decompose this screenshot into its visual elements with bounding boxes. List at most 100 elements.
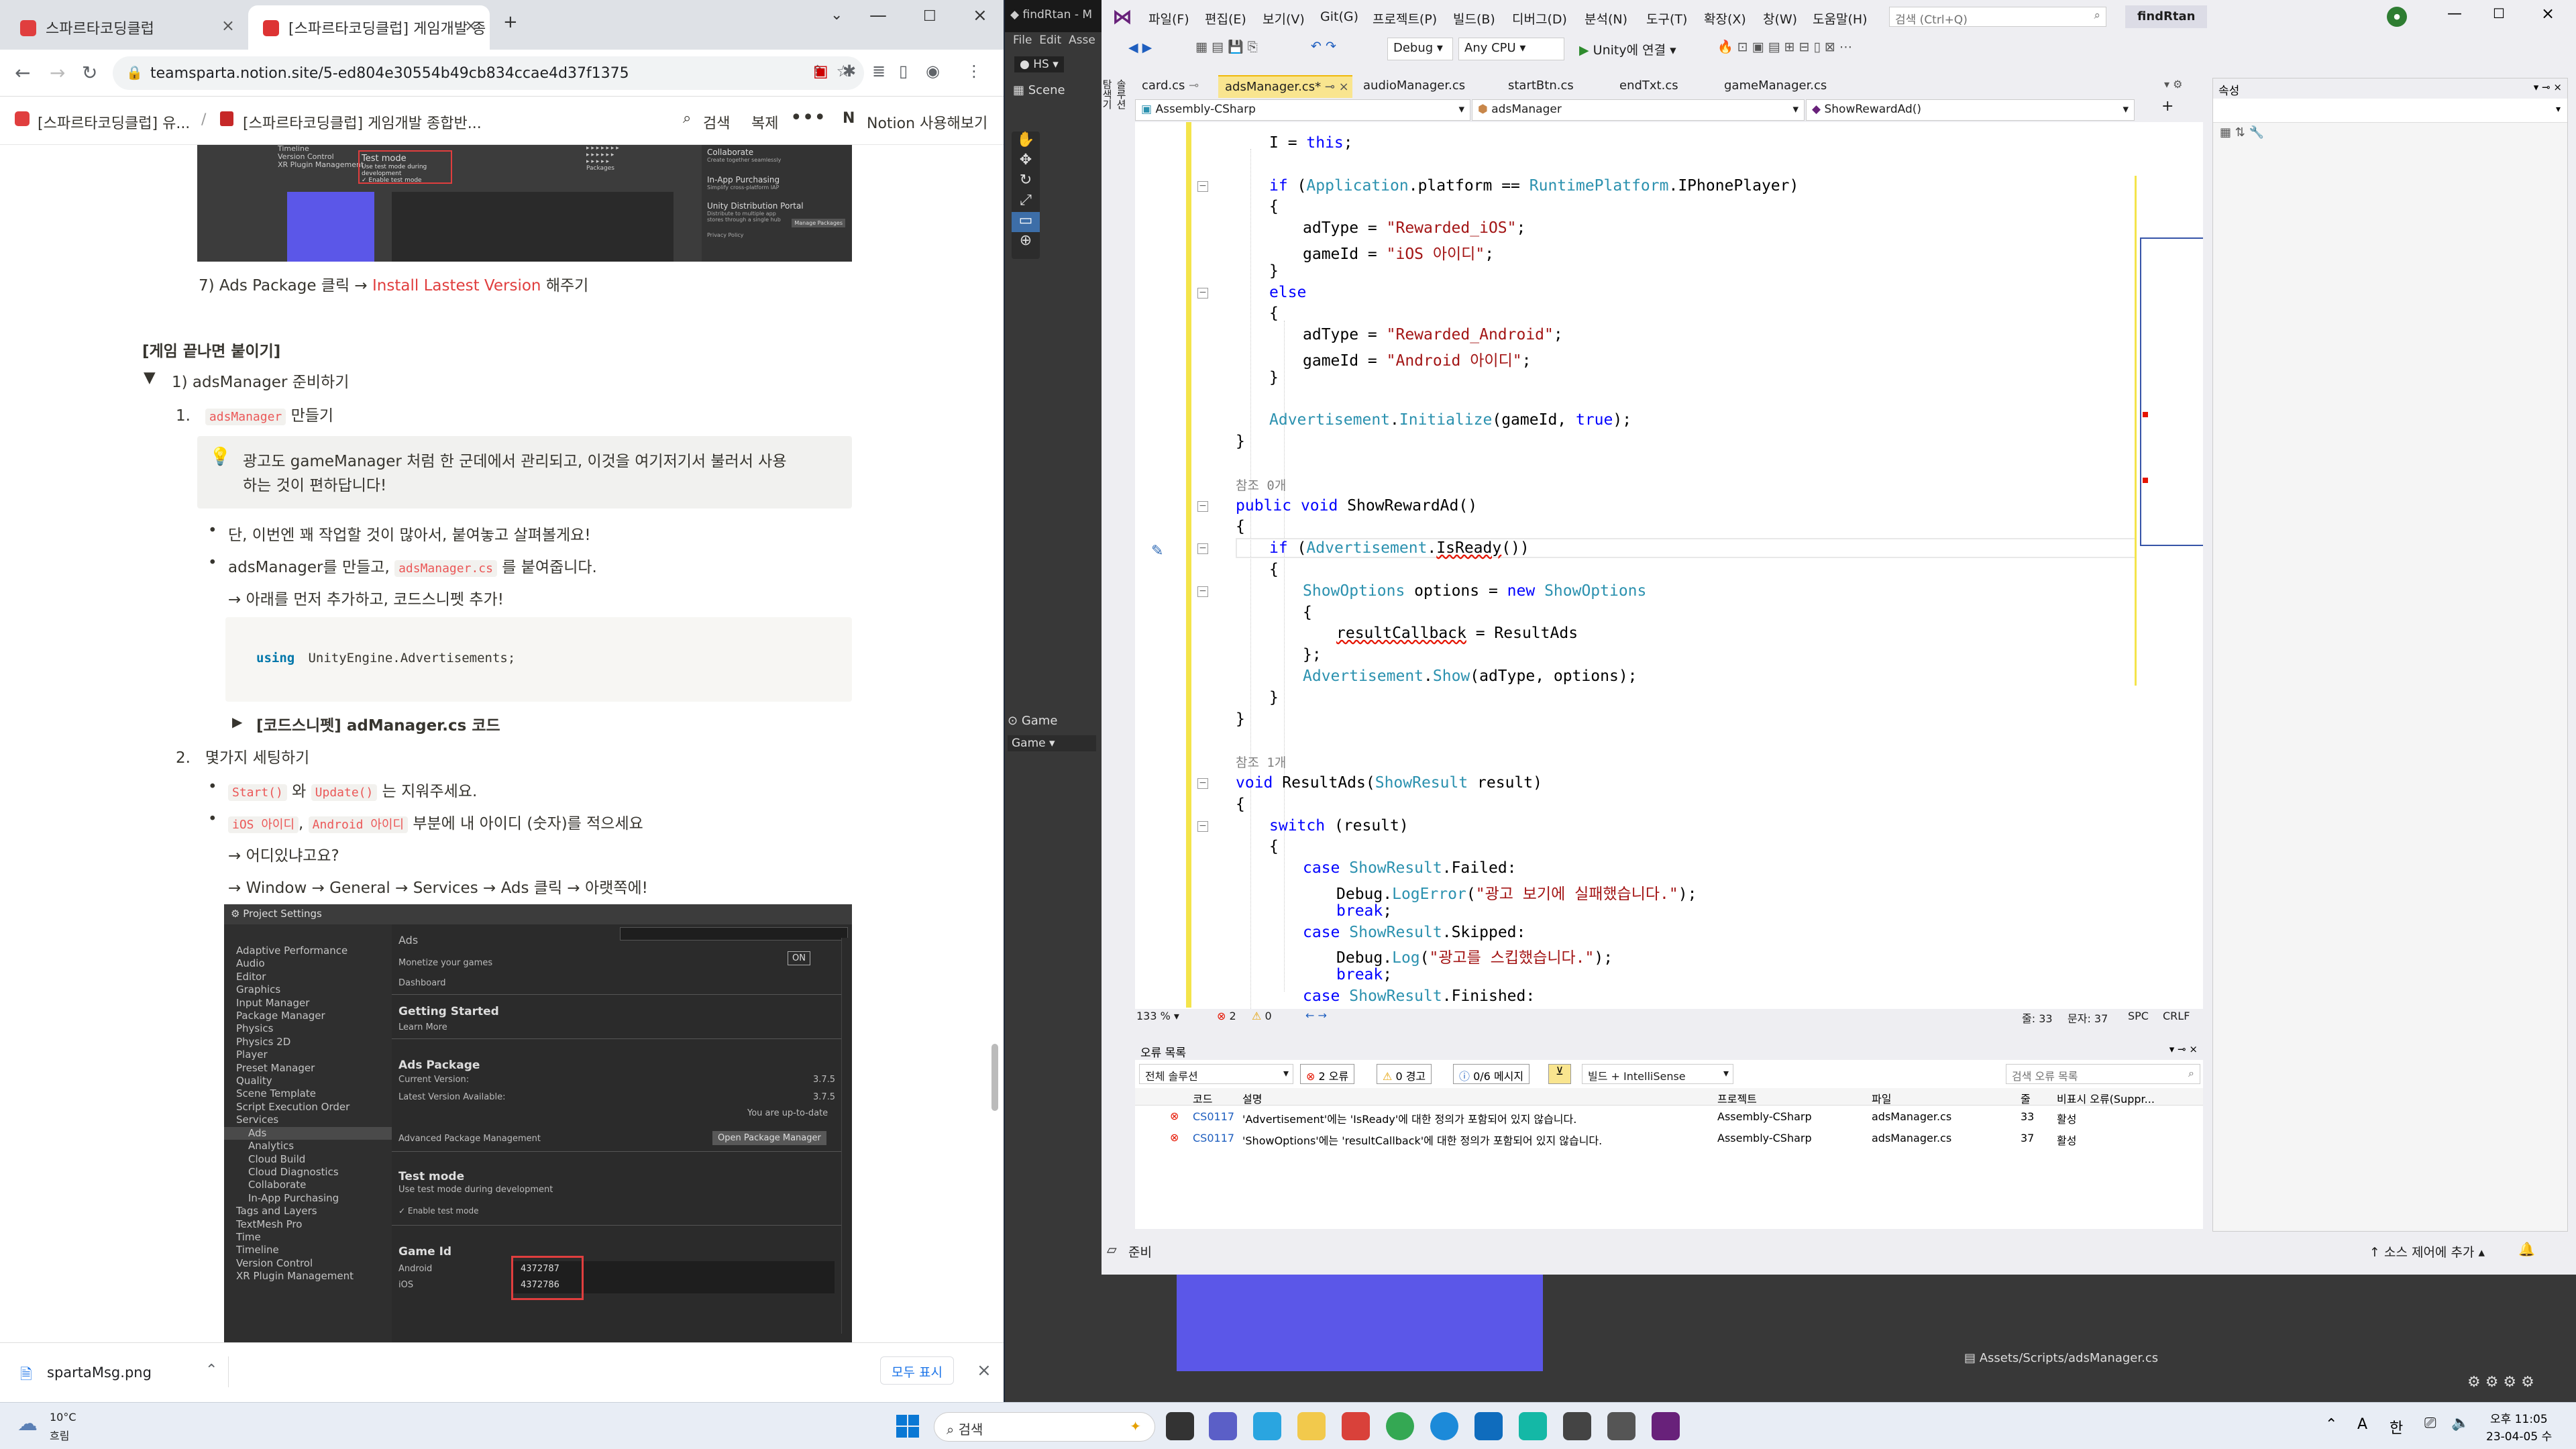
status-output-icon[interactable]: ▱: [1107, 1242, 1117, 1257]
menu-git[interactable]: Git(G): [1320, 9, 1358, 24]
doc-tab-startbtn[interactable]: startBtn.cs: [1501, 75, 1609, 98]
zoom-dropdown[interactable]: 133 % ▾: [1136, 1010, 1179, 1022]
menu-window[interactable]: 창(W): [1763, 9, 1797, 28]
undo-redo-icons[interactable]: ↶ ↷: [1311, 39, 1336, 54]
error-count-icon[interactable]: ⊗ 2: [1217, 1010, 1236, 1022]
menu-help[interactable]: 도움말(H): [1813, 9, 1868, 28]
solution-explorer-side-tab[interactable]: 솔루션 탐색기: [1101, 79, 1128, 119]
ps-scrollbar[interactable]: [841, 938, 848, 1334]
taskbar-search[interactable]: ⌕ 검색 ✦: [934, 1412, 1155, 1442]
unity-hub-icon[interactable]: [1563, 1412, 1591, 1440]
mail-icon[interactable]: [1474, 1412, 1503, 1440]
code-line[interactable]: {: [1236, 796, 1245, 816]
app-teal-icon[interactable]: [1519, 1412, 1547, 1440]
fold-toggle-icon[interactable]: −: [1197, 586, 1208, 597]
ps-dashboard-link[interactable]: Dashboard: [398, 978, 446, 988]
reload-icon[interactable]: ↻: [82, 62, 97, 84]
code-line[interactable]: adType = "Rewarded_Android";: [1303, 326, 1563, 346]
close-icon[interactable]: ×: [221, 16, 235, 35]
volume-icon[interactable]: 🔈: [2451, 1415, 2469, 1432]
transform-tool-icon[interactable]: ⊕: [1012, 232, 1040, 252]
error-code-link[interactable]: CS0117: [1193, 1110, 1234, 1123]
error-scope-dropdown[interactable]: 전체 솔루션 ▾: [1139, 1064, 1293, 1084]
tab-search-icon[interactable]: ⌄: [830, 7, 843, 23]
maximize-icon[interactable]: ☐: [2493, 5, 2505, 21]
unity-menu-item[interactable]: File: [1013, 34, 1032, 47]
toggle-arrow-icon[interactable]: ▼: [144, 369, 156, 386]
doc-tab-adsmanager-active[interactable]: adsManager.cs* ⊸ ×: [1218, 75, 1352, 98]
fold-toggle-icon[interactable]: −: [1197, 180, 1208, 192]
ime-language[interactable]: 한: [2390, 1416, 2403, 1438]
fold-toggle-icon[interactable]: −: [1197, 543, 1208, 555]
doc-tab-gamemanager[interactable]: gameManager.cs: [1717, 75, 1851, 98]
code-line[interactable]: }: [1269, 369, 1279, 389]
menu-dots-icon[interactable]: ⋮: [966, 62, 982, 80]
weather-temp[interactable]: 10°C: [50, 1411, 76, 1424]
code-line[interactable]: };: [1303, 646, 1322, 666]
try-notion-button[interactable]: Notion 사용해보기: [867, 111, 987, 133]
messages-filter-button[interactable]: ⓘ 0/6 메시지: [1453, 1064, 1530, 1084]
network-icon[interactable]: ⎚: [2424, 1415, 2436, 1432]
error-code-link[interactable]: CS0117: [1193, 1132, 1234, 1144]
cloud-weather-icon[interactable]: ☁: [17, 1412, 38, 1436]
code-editor[interactable]: ✎ I = this; if (Application.platform == R…: [1135, 122, 2203, 1024]
tab-sparta[interactable]: 스파르타코딩클럽 ×: [5, 5, 247, 50]
show-all-button[interactable]: 모두 표시: [880, 1356, 954, 1385]
ps-search-field[interactable]: [620, 927, 848, 941]
app-red-icon[interactable]: [1342, 1412, 1370, 1440]
unity-account-button[interactable]: ● HS ▾: [1014, 56, 1064, 72]
filter-icon[interactable]: ⊻: [1548, 1064, 1571, 1084]
code-line[interactable]: I = this;: [1269, 134, 1353, 154]
menu-project[interactable]: 프로젝트(P): [1373, 9, 1437, 28]
nav-back-icon[interactable]: ◀ ▶: [1128, 40, 1152, 55]
properties-controls-icons[interactable]: ▾ ⊸ ×: [2534, 81, 2562, 93]
col-suppression[interactable]: 비표시 오류(Suppr...: [2057, 1090, 2155, 1106]
maximize-icon[interactable]: ☐: [923, 8, 936, 25]
doc-tab-card[interactable]: card.cs ⊸: [1135, 75, 1216, 98]
vs-search-input[interactable]: 검색 (Ctrl+Q) ⌕: [1889, 7, 2106, 27]
run-button[interactable]: ▶ Unity에 연결 ▾: [1579, 40, 1676, 58]
doc-tab-endtxt[interactable]: endTxt.cs: [1613, 75, 1713, 98]
menu-build[interactable]: 빌드(B): [1453, 9, 1495, 28]
toggle-ads-manager[interactable]: 1) adsManager 준비하기: [172, 369, 349, 392]
code-line[interactable]: {: [1236, 518, 1245, 538]
menu-tools[interactable]: 도구(T): [1646, 9, 1687, 28]
toolbar-file-icons[interactable]: ▦ ▤ 💾 ⎘: [1195, 39, 1258, 54]
code-line[interactable]: Debug.LogError("광고 보기에 실패했습니다.");: [1336, 881, 1697, 903]
clock-date[interactable]: 23-04-05 수: [2486, 1427, 2552, 1444]
code-line[interactable]: else: [1269, 284, 1306, 304]
code-line[interactable]: Advertisement.Initialize(gameId, true);: [1269, 411, 1631, 431]
forward-icon[interactable]: →: [50, 62, 65, 84]
fold-toggle-icon[interactable]: −: [1197, 820, 1208, 832]
menu-extensions[interactable]: 확장(X): [1704, 9, 1746, 28]
col-code[interactable]: 코드: [1193, 1090, 1212, 1106]
col-file[interactable]: 파일: [1872, 1090, 1891, 1106]
menu-view[interactable]: 보기(V): [1263, 9, 1305, 28]
warning-count-icon[interactable]: ⚠ 0: [1252, 1010, 1272, 1022]
chevron-up-icon[interactable]: ⌃: [205, 1362, 217, 1379]
new-tab-icon[interactable]: +: [503, 12, 518, 32]
minimap-viewport[interactable]: [2140, 237, 2203, 546]
code-line[interactable]: break;: [1336, 902, 1392, 922]
code-line[interactable]: {: [1303, 604, 1312, 624]
fold-toggle-icon[interactable]: −: [1197, 287, 1208, 299]
extension-icon[interactable]: ▣: [813, 62, 828, 80]
code-line[interactable]: 참조 0개: [1236, 476, 1286, 496]
code-line[interactable]: 참조 1개: [1236, 753, 1286, 773]
search-icon[interactable]: ⌕: [683, 110, 691, 127]
code-line[interactable]: {: [1269, 838, 1279, 858]
chrome-icon[interactable]: [1386, 1412, 1414, 1440]
move-tool-icon[interactable]: ✥: [1012, 152, 1040, 172]
menu-edit[interactable]: 편집(E): [1205, 9, 1246, 28]
side-panel-icon[interactable]: ▯: [899, 62, 908, 80]
weather-desc[interactable]: 흐림: [50, 1427, 69, 1443]
fold-toggle-icon[interactable]: −: [1197, 778, 1208, 789]
code-line[interactable]: adType = "Rewarded_iOS";: [1303, 219, 1525, 239]
notification-bell-icon[interactable]: 🔔: [2518, 1241, 2535, 1257]
platform-dropdown[interactable]: Any CPU ▾: [1458, 38, 1564, 60]
code-line[interactable]: }: [1269, 262, 1279, 282]
minimap[interactable]: [2135, 122, 2203, 1008]
code-line[interactable]: if (Application.platform == RuntimePlatf…: [1269, 177, 1799, 197]
tab-overflow-icons[interactable]: ▾ ⚙: [2164, 78, 2182, 91]
nav-arrows-icon[interactable]: ← →: [1305, 1009, 1327, 1022]
